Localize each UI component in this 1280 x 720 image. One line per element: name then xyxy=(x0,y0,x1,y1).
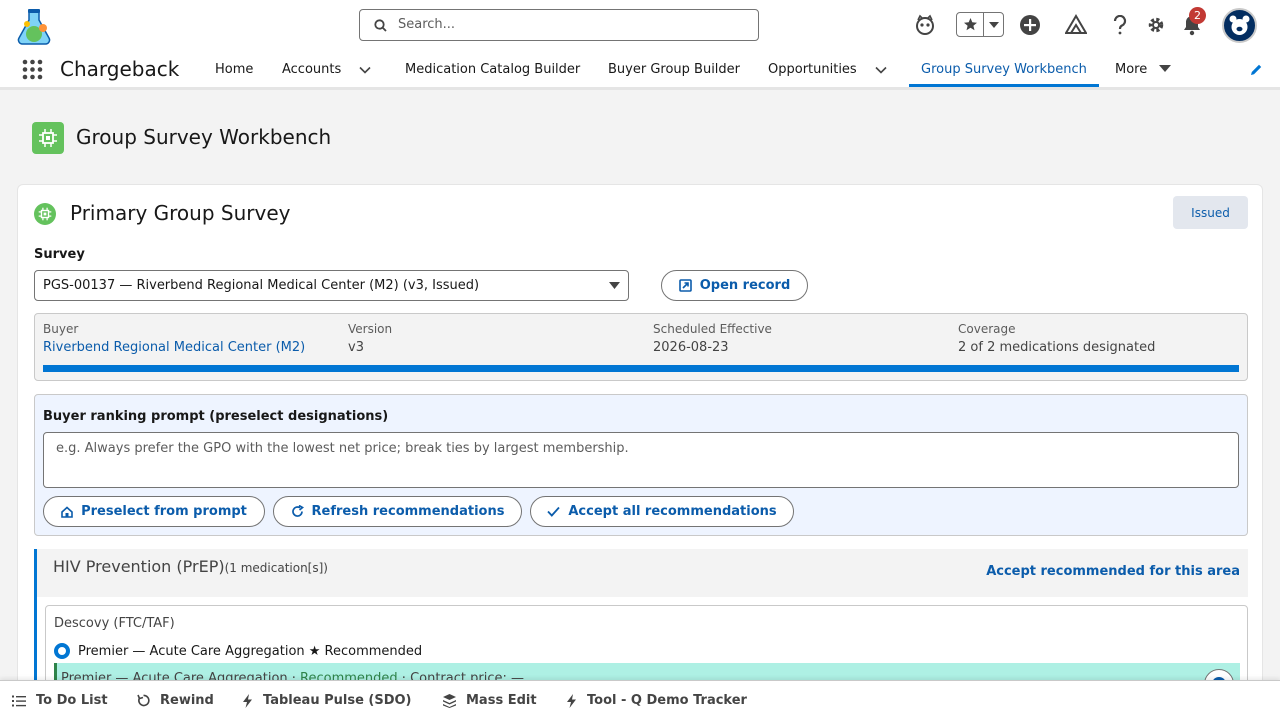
refresh-label: Refresh recommendations xyxy=(311,504,505,519)
open-record-button[interactable]: Open record xyxy=(661,270,808,301)
coverage-progress-fill xyxy=(43,365,1239,372)
summary-effective-label: Scheduled Effective xyxy=(653,322,772,336)
accept-recommended-area-link[interactable]: Accept recommended for this area xyxy=(986,564,1240,579)
user-avatar[interactable] xyxy=(1222,8,1257,43)
global-header: Search... 2 xyxy=(0,0,1280,50)
area-name: HIV Prevention (PrEP)(1 medication[s]) xyxy=(53,557,328,576)
utility-mass-edit[interactable]: Mass Edit xyxy=(443,693,537,708)
rewind-icon xyxy=(137,694,150,707)
einstein-assistant-icon[interactable] xyxy=(913,11,937,39)
bolt-icon xyxy=(566,693,577,708)
edit-nav-pencil-icon[interactable] xyxy=(1249,63,1263,77)
preselect-from-prompt-button[interactable]: Preselect from prompt xyxy=(43,496,265,527)
utility-label: Tableau Pulse (SDO) xyxy=(263,693,412,708)
refresh-recommendations-button[interactable]: Refresh recommendations xyxy=(273,496,522,527)
more-caret-down-icon[interactable] xyxy=(1159,65,1171,73)
summary-version-value: v3 xyxy=(348,340,364,355)
refresh-icon xyxy=(291,505,304,518)
summary-coverage-value: 2 of 2 medications designated xyxy=(958,340,1156,355)
survey-summary-panel: Buyer Riverbend Regional Medical Center … xyxy=(34,313,1248,381)
page-title: Group Survey Workbench xyxy=(76,125,332,149)
trailhead-icon[interactable] xyxy=(1064,11,1088,39)
summary-buyer-link[interactable]: Riverbend Regional Medical Center (M2) xyxy=(43,340,305,355)
nav-item-more[interactable]: More xyxy=(1115,62,1147,77)
card-title: Primary Group Survey xyxy=(70,201,291,225)
app-name: Chargeback xyxy=(60,57,180,81)
accept-all-recommendations-button[interactable]: Accept all recommendations xyxy=(530,496,794,527)
app-navigation-bar: Chargeback Home Accounts Medication Cata… xyxy=(0,50,1280,90)
accounts-chevron-down-icon[interactable] xyxy=(358,63,372,77)
search-placeholder: Search... xyxy=(398,17,456,32)
therapeutic-area-header: HIV Prevention (PrEP)(1 medication[s]) A… xyxy=(34,549,1248,597)
survey-field-label: Survey xyxy=(34,247,85,262)
help-icon[interactable] xyxy=(1108,11,1132,39)
setup-gear-icon[interactable] xyxy=(1144,11,1168,39)
search-icon xyxy=(374,19,387,32)
utility-rewind[interactable]: Rewind xyxy=(137,693,214,708)
page-object-icon xyxy=(32,122,64,154)
designation-option[interactable]: Premier — Acute Care Aggregation ★ Recom… xyxy=(54,643,422,659)
area-medication-count: (1 medication[s]) xyxy=(224,561,328,575)
utility-bar: To Do List Rewind Tableau Pulse (SDO) Ma… xyxy=(0,680,1280,720)
coverage-progress-bar xyxy=(43,365,1239,372)
sparkle-home-icon xyxy=(61,505,73,518)
summary-coverage: Coverage 2 of 2 medications designated xyxy=(958,322,1155,355)
utility-q-demo-tracker[interactable]: Tool - Q Demo Tracker xyxy=(566,693,747,708)
medication-name: Descovy (FTC/TAF) xyxy=(54,616,175,631)
app-launcher-waffle-icon[interactable] xyxy=(22,59,43,80)
summary-version-label: Version xyxy=(348,322,393,336)
nav-item-home[interactable]: Home xyxy=(215,62,253,77)
favorites-group xyxy=(956,12,1004,37)
utility-tableau-pulse[interactable]: Tableau Pulse (SDO) xyxy=(242,693,412,708)
designation-option-label: Premier — Acute Care Aggregation ★ Recom… xyxy=(78,643,423,659)
primary-group-survey-card: Primary Group Survey Issued Survey PGS-0… xyxy=(17,184,1263,720)
preselect-label: Preselect from prompt xyxy=(81,504,247,519)
survey-select[interactable]: PGS-00137 — Riverbend Regional Medical C… xyxy=(34,270,629,301)
nav-item-group-survey-workbench[interactable]: Group Survey Workbench xyxy=(921,62,1087,77)
app-logo-icon[interactable] xyxy=(15,6,57,46)
open-record-label: Open record xyxy=(699,278,791,293)
utility-label: Mass Edit xyxy=(466,693,537,708)
utility-label: Tool - Q Demo Tracker xyxy=(587,693,747,708)
utility-label: Rewind xyxy=(160,693,214,708)
designation-radio[interactable] xyxy=(54,643,70,659)
check-icon xyxy=(547,506,561,517)
summary-buyer-label: Buyer xyxy=(43,322,79,336)
survey-chip-icon xyxy=(34,203,56,225)
summary-buyer: Buyer Riverbend Regional Medical Center … xyxy=(43,322,305,355)
buyer-ranking-prompt-panel: Buyer ranking prompt (preselect designat… xyxy=(34,394,1248,536)
area-title: HIV Prevention (PrEP) xyxy=(53,557,225,576)
nav-item-buyer-group-builder[interactable]: Buyer Group Builder xyxy=(608,62,740,77)
nav-item-medication-catalog-builder[interactable]: Medication Catalog Builder xyxy=(405,62,580,77)
favorite-star-icon[interactable] xyxy=(957,13,984,36)
summary-effective: Scheduled Effective 2026-08-23 xyxy=(653,322,772,355)
open-record-icon xyxy=(678,279,692,292)
summary-effective-value: 2026-08-23 xyxy=(653,340,729,355)
nav-active-indicator xyxy=(909,84,1099,87)
ranking-prompt-textarea[interactable] xyxy=(43,432,1239,488)
opportunities-chevron-down-icon[interactable] xyxy=(874,63,888,77)
utility-to-do-list[interactable]: To Do List xyxy=(12,693,108,708)
prompt-title: Buyer ranking prompt (preselect designat… xyxy=(43,409,389,424)
utility-label: To Do List xyxy=(36,693,108,708)
accept-all-label: Accept all recommendations xyxy=(568,504,777,519)
nav-item-opportunities[interactable]: Opportunities xyxy=(768,62,857,77)
summary-version: Version v3 xyxy=(348,322,392,355)
survey-select-value: PGS-00137 — Riverbend Regional Medical C… xyxy=(43,278,480,293)
layers-icon xyxy=(443,693,456,708)
favorites-dropdown-icon[interactable] xyxy=(984,13,1003,36)
notification-count-badge: 2 xyxy=(1189,7,1206,24)
global-search-input[interactable]: Search... xyxy=(359,9,759,41)
global-create-icon[interactable] xyxy=(1018,11,1042,39)
summary-coverage-label: Coverage xyxy=(958,322,1016,336)
bolt-icon xyxy=(242,693,253,708)
nav-item-accounts[interactable]: Accounts xyxy=(282,62,341,77)
list-icon xyxy=(12,695,26,707)
select-caret-down-icon xyxy=(609,282,620,289)
status-badge: Issued xyxy=(1173,196,1248,229)
